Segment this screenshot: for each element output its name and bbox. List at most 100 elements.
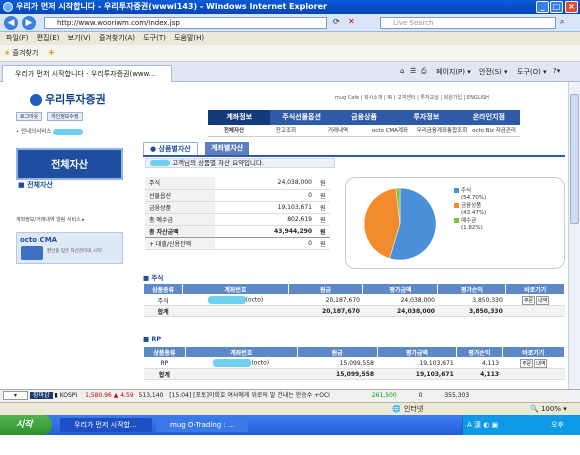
forward-button[interactable]: ▶ [22,16,36,30]
search-input[interactable]: Live Search [380,17,556,29]
clock[interactable]: 오후 3:28 [551,415,580,455]
account-suffix: (octo) [245,296,264,304]
menu-edit[interactable]: 편집(E) [37,34,60,42]
star-icon: ★ [4,49,11,57]
pie-legend: 주식 (54.70%) 금융상품 (43.47%) 예수금 (1.82%) [454,188,486,233]
summary-key: 총 자산금액 [145,225,215,238]
index-volume: 513,140 [138,392,164,399]
search-icon[interactable]: ⌕ [560,17,564,27]
chart-icon: ▮ [54,392,58,399]
card-icon [21,246,43,260]
summary-key: 주식 [145,177,215,190]
site-logo[interactable]: 우리투자증권 [30,91,106,107]
nav-account-info[interactable]: 계좌정보 [208,110,271,125]
home-icon[interactable]: ⌂ [400,67,404,75]
task-ie[interactable]: 우리가 먼저 시작합... [60,418,152,432]
menu-help[interactable]: 도움말(H) [174,34,204,42]
summary-key: + 대출/신용잔액 [145,237,215,250]
subnav-history[interactable]: 거래내역 [312,125,364,136]
rp-section-title: ■ RP [143,335,162,343]
tab-account-assets[interactable]: 계좌별자산 [205,142,250,155]
minimize-button[interactable]: _ [536,1,549,13]
feed-icon[interactable]: ☰ [410,67,416,75]
start-button[interactable]: 시작 [0,415,52,435]
cell-pl: 4,113 [456,357,503,369]
top-links[interactable]: mug Cafe | 회사소개 | IR | 고객센터 | 투자교실 | 회원가… [335,94,489,101]
menu-view[interactable]: 보기(V) [68,34,91,42]
logout-button[interactable]: 로그아웃 [16,112,43,121]
menu-file[interactable]: 파일(F) [6,34,28,42]
window-title-bar[interactable]: 우리가 먼저 시작합니다 - 우리투자증권(wwwi143) - Windows… [0,0,580,14]
help-icon[interactable]: ?▾ [553,67,560,75]
summary-value: 19,103,671 [215,201,316,214]
print-icon[interactable]: ⎙ [421,67,427,76]
total-eval: 24,038,000 [362,305,438,317]
redacted-name [53,128,84,135]
stop-icon[interactable]: ✕ [348,17,355,26]
subnav-total-assets[interactable]: 전체자산 [208,125,260,136]
nav-investment-info[interactable]: 투자정보 [395,110,457,125]
summary-unit: 원 [316,225,330,238]
alert-service-link[interactable]: 계좌정보/거래내역 알림 서비스 ▸ [16,216,123,223]
nav-stock-futures[interactable]: 주식선물옵션 [270,110,332,125]
summary-row: + 대출/신용잔액 0 원 [145,237,330,250]
col-header: 평가금액 [376,346,458,358]
redacted-account [213,359,252,367]
summary-unit: 원 [316,201,330,214]
total-principal: 20,187,670 [288,305,363,317]
scroll-thumb[interactable] [570,94,579,224]
col-header: 바로가기 [501,346,566,358]
subnav-octo-biz[interactable]: octo Biz 자금관리 [468,125,520,136]
cell-shortcuts: 주문 내역 [502,357,565,369]
page-scrollbar[interactable] [568,82,580,389]
tools-menu[interactable]: 도구(O) ▾ [517,67,547,77]
col-header: 상품종류 [143,346,186,358]
tab-bar: 우리가 먼저 시작합니다 - 우리투자증권(www... ⌂ ☰ ⎙ 페이지(P… [0,62,580,82]
total-row: 합계 20,187,670 24,038,000 3,850,330 [143,305,565,317]
subnav-integrated[interactable]: 우리금융계좌통합조회 [416,125,468,136]
url-input[interactable]: http://www.wooriwm.com/index.jsp [44,17,327,29]
back-button[interactable]: ◀ [4,16,18,30]
maximize-button[interactable]: □ [550,1,563,13]
page-menu[interactable]: 페이지(P) ▾ [436,67,471,77]
left-menu-total-assets[interactable]: ■ 전체자산 [18,180,53,190]
favorites-button[interactable]: 즐겨찾기 [13,49,39,57]
nav-online-branch[interactable]: 온라인지점 [458,110,520,125]
globe-icon: 🌐 [392,405,401,413]
ie-icon [3,2,13,12]
table-row: 주식 (octo) 20,187,670 24,038,000 3,850,330 주문 내… [143,294,565,306]
octo-cma-banner[interactable]: octo CMA 편안을 믿은 자산관리의 시작! [16,232,123,264]
refresh-icon[interactable]: ⟳ [333,17,340,26]
legend-label: 예수금 [461,218,477,224]
menu-favorites[interactable]: 즐겨찾기(A) [99,34,135,42]
legend-pct: (54.70%) [461,194,487,201]
summary-table: 주식 24,038,000 원 선물옵션 0 원 금융상품 19,103,671 원 총 예수금 8… [145,177,330,250]
tab-product-assets[interactable]: ● 상품별자산 [143,142,198,155]
news-headline[interactable]: [15:04] [포토]이희호 여사에게 위로의 말 건내는 한승수 [169,392,312,399]
add-favorite-icon[interactable]: ✚ [49,49,55,57]
history-button[interactable]: 내역 [534,358,548,368]
edit-profile-button[interactable]: 개인정보수정 [47,112,83,121]
asset-pie-chart: 주식 (54.70%) 금융상품 (43.47%) 예수금 (1.82%) [345,177,565,269]
woori-logo-icon [30,94,42,106]
summary-unit: 원 [316,237,330,250]
left-crumb: • 안내의서비스 [16,127,84,135]
history-button[interactable]: 내역 [536,295,550,305]
subnav-octo-cma[interactable]: octo CMA계좌 [364,125,416,136]
zoom-level[interactable]: 🔍 100% ▾ [530,403,567,415]
ticker-select[interactable]: ▾ [3,391,29,400]
index-value: 1,580.96 [85,392,112,399]
nav-financial-products[interactable]: 금융상품 [333,110,395,125]
order-button[interactable]: 주문 [521,295,536,305]
col-header: 바로가기 [505,283,565,295]
browser-tab[interactable]: 우리가 먼저 시작합니다 - 우리투자증권(www... [2,65,172,82]
col-header: 계좌번호 [182,283,289,295]
menu-tools[interactable]: 도구(T) [143,34,166,42]
close-button[interactable]: × [565,1,578,13]
order-button[interactable]: 주문 [520,358,534,368]
summary-value: 43,944,290 [215,225,316,238]
subnav-balance[interactable]: 잔고조회 [260,125,312,136]
tray-icons[interactable]: A 漢 ◐ ▣ [467,421,498,429]
safety-menu[interactable]: 안전(S) ▾ [479,67,508,77]
task-otrading[interactable]: mug O-Trading : ... [156,418,248,432]
